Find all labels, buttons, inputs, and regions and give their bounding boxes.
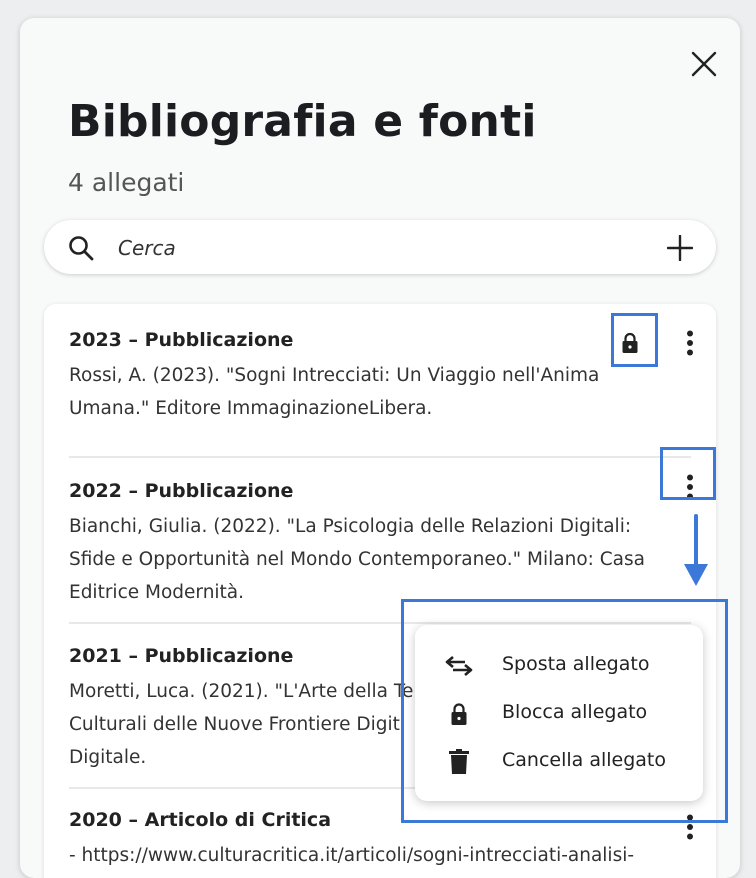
item-title: 2022 – Pubblicazione [69,480,294,502]
menu-item-move[interactable]: Sposta allegato [415,643,703,687]
plus-icon [667,235,693,261]
trash-icon [445,749,473,775]
list-item[interactable]: 2023 – Pubblicazione Rossi, A. (2023). "… [69,328,691,425]
item-citation: Rossi, A. (2023). "Sogni Intrecciati: Un… [69,359,669,425]
list-item[interactable]: 2022 – Pubblicazione Bianchi, Giulia. (2… [69,479,691,609]
divider [69,622,691,624]
lock-icon [445,701,473,727]
attachment-count: 4 allegati [68,168,185,197]
locked-indicator[interactable] [616,328,644,358]
arrow-down-icon [684,514,708,586]
item-citation: - https://www.culturacritica.it/articoli… [69,839,669,872]
search-bar [44,220,716,274]
citation-line: Umana." Editore ImmaginazioneLibera. [69,398,433,419]
item-more-button[interactable] [680,328,700,358]
more-vertical-icon [687,330,693,356]
menu-item-label: Blocca allegato [502,701,648,723]
close-icon [691,51,717,77]
more-vertical-icon [687,814,693,840]
divider [69,456,691,458]
swap-arrows-icon [445,653,473,679]
citation-line: Bianchi, Giulia. (2022). "La Psicologia … [69,516,632,537]
context-menu: Sposta allegato Blocca allegato Cancella… [415,625,703,801]
citation-line: Sfide e Opportunità nel Mondo Contempora… [69,549,645,570]
item-title: 2023 – Pubblicazione [69,329,294,351]
menu-item-lock[interactable]: Blocca allegato [415,691,703,735]
dialog-title: Bibliografia e fonti [68,96,537,147]
close-button[interactable] [688,48,720,80]
item-citation: Bianchi, Giulia. (2022). "La Psicologia … [69,510,669,609]
item-more-button[interactable] [680,472,700,502]
item-title: 2020 – Articolo di Critica [69,809,332,831]
search-input[interactable] [116,230,620,266]
menu-item-label: Cancella allegato [502,749,666,771]
citation-line: - https://www.culturacritica.it/articoli… [69,845,635,866]
item-more-button[interactable] [680,812,700,842]
citation-line: Editrice Modernità. [69,582,245,603]
lock-icon [622,332,638,353]
search-icon [69,236,94,261]
add-attachment-button[interactable] [664,232,696,264]
menu-item-label: Sposta allegato [502,653,650,675]
menu-item-delete[interactable]: Cancella allegato [415,739,703,783]
list-item[interactable]: 2020 – Articolo di Critica - https://www… [69,808,691,872]
citation-line: Rossi, A. (2023). "Sogni Intrecciati: Un… [69,365,600,386]
more-vertical-icon [687,474,693,500]
